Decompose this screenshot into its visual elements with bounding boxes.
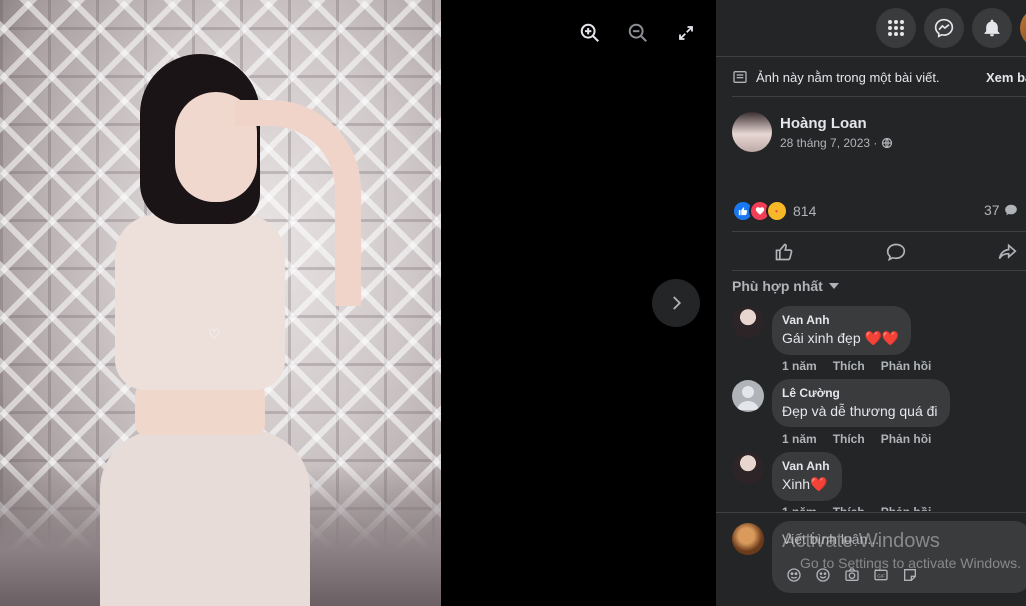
notifications-button[interactable] — [972, 8, 1012, 48]
notice-text: Ảnh này nằm trong một bài viết. — [756, 69, 940, 85]
post-date-text[interactable]: 28 tháng 7, 2023 · — [780, 136, 877, 150]
commenter-avatar[interactable] — [732, 306, 764, 338]
reaction-summary[interactable]: 814 — [732, 200, 816, 222]
comment-time[interactable]: 1 năm — [782, 505, 817, 511]
comment-bubble: Lê Cường Đẹp và dễ thương quá đi — [772, 379, 950, 427]
top-bar — [716, 0, 1026, 57]
comment-count-text: 37 — [984, 202, 1000, 218]
comment-like-link[interactable]: Thích — [833, 359, 865, 373]
messenger-button[interactable] — [924, 8, 964, 48]
comment-reply-link[interactable]: Phản hồi — [881, 359, 932, 373]
zoom-in-icon[interactable] — [577, 20, 603, 46]
post-side-panel: Ảnh này nằm trong một bài viết. Xem bài … — [716, 0, 1026, 606]
comment-button[interactable] — [881, 240, 911, 264]
comment-text: Xinh❤️ — [782, 476, 828, 492]
comment-count[interactable]: 37 — [984, 202, 1018, 218]
commenter-name[interactable]: Lê Cường — [782, 386, 938, 400]
divider — [716, 512, 1026, 513]
commenter-name[interactable]: Van Anh — [782, 459, 830, 473]
grid-menu-icon — [888, 20, 904, 36]
my-avatar[interactable] — [732, 523, 764, 555]
comment-meta: 1 năm Thích Phản hồi — [782, 505, 931, 511]
comment-reply-link[interactable]: Phản hồi — [881, 432, 932, 446]
comment-time[interactable]: 1 năm — [782, 359, 817, 373]
share-icon — [998, 243, 1017, 260]
comment-sort-dropdown[interactable]: Phù hợp nhất — [732, 278, 839, 294]
commenter-name[interactable]: Van Anh — [782, 313, 899, 327]
svg-text:GIF: GIF — [877, 573, 885, 578]
comment-meta: 1 năm Thích Phản hồi — [782, 359, 931, 373]
comment-meta: 1 năm Thích Phản hồi — [782, 432, 931, 446]
photo-subject-arm — [235, 100, 361, 306]
messenger-icon — [934, 18, 954, 38]
care-reaction-icon — [766, 200, 788, 222]
divider — [732, 96, 1026, 97]
photo-heart-logo: ♡ — [208, 326, 221, 342]
comment-bubble: Van Anh Gái xinh đẹp ❤️❤️ — [772, 306, 912, 355]
author-avatar[interactable] — [732, 112, 772, 152]
account-avatar[interactable] — [1020, 8, 1026, 48]
photo-subject: ♡ — [60, 40, 361, 606]
comment-text: Gái xinh đẹp ❤️❤️ — [782, 330, 900, 346]
comment-like-link[interactable]: Thích — [833, 432, 865, 446]
chevron-right-icon — [673, 296, 682, 310]
post-date: 28 tháng 7, 2023 · — [780, 136, 893, 150]
comment-reply-link[interactable]: Phản hồi — [881, 505, 932, 511]
post-photo[interactable]: ♡ — [0, 0, 441, 606]
fullscreen-icon[interactable] — [674, 21, 698, 45]
commenter-avatar[interactable] — [732, 380, 764, 412]
post-notice: Ảnh này nằm trong một bài viết. Xem bài … — [732, 68, 1026, 86]
comment-icon — [886, 243, 906, 262]
comment-bubble-icon — [1004, 204, 1017, 216]
activate-windows-subtitle: Go to Settings to activate Windows. — [800, 555, 1021, 571]
bell-icon — [984, 19, 1000, 37]
photo-viewer: ♡ — [0, 0, 716, 606]
comment-text: Đẹp và dễ thương quá đi — [782, 403, 938, 419]
divider — [732, 270, 1026, 271]
post-icon — [733, 71, 747, 83]
divider — [732, 231, 1026, 232]
default-avatar-icon — [737, 386, 759, 410]
like-icon — [775, 243, 793, 261]
view-post-link[interactable]: Xem bài viết — [986, 70, 1026, 85]
comment-like-link[interactable]: Thích — [833, 505, 865, 511]
like-button[interactable] — [769, 240, 799, 264]
caret-down-icon — [828, 283, 839, 289]
comment-bubble: Van Anh Xinh❤️ — [772, 452, 842, 501]
commenter-avatar[interactable] — [732, 452, 764, 484]
zoom-out-icon[interactable] — [625, 20, 651, 46]
comment-time[interactable]: 1 năm — [782, 432, 817, 446]
activate-windows-title: Activate Windows — [782, 530, 940, 552]
photo-subject-legs — [100, 430, 310, 606]
sort-label: Phù hợp nhất — [732, 278, 823, 294]
next-photo-button[interactable] — [652, 279, 700, 327]
reaction-count: 814 — [793, 203, 817, 219]
menu-button[interactable] — [876, 8, 916, 48]
author-name[interactable]: Hoàng Loan — [780, 115, 867, 132]
share-button[interactable] — [992, 240, 1022, 264]
globe-icon — [882, 137, 893, 149]
photo-subject-waist — [135, 385, 265, 435]
